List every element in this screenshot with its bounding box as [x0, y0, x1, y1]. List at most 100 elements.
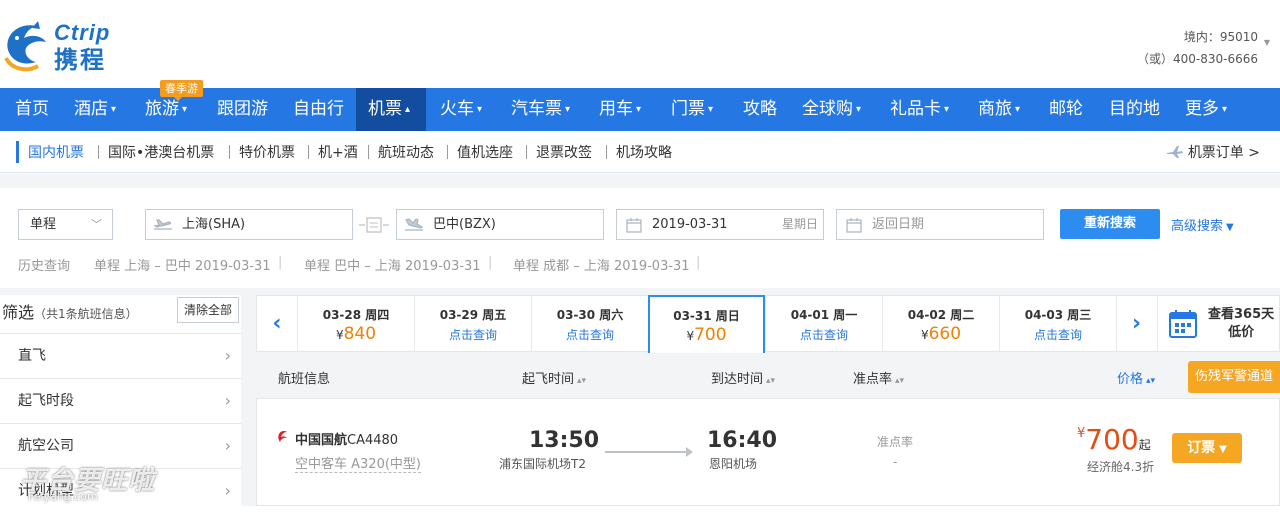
- date-tab[interactable]: 03-30 周六 点击查询: [531, 296, 648, 353]
- divider: [229, 145, 230, 159]
- sort-icon: ▴▾: [577, 376, 587, 386]
- sort-arrive-time[interactable]: 到达时间 ▴▾: [711, 363, 775, 398]
- orders-label: 机票订单 >: [1187, 145, 1260, 161]
- aircraft-type[interactable]: 空中客车 A320(中型): [295, 453, 421, 473]
- nav-cruise[interactable]: 邮轮: [1049, 88, 1083, 131]
- sort-label: 价格: [1117, 372, 1144, 387]
- nav-car[interactable]: 用车 ▾: [599, 88, 641, 131]
- nav-label: 火车: [440, 99, 474, 119]
- flight-row: 中国国航CA4480 空中客车 A320(中型) 13:50 浦东国际机场T2 …: [256, 398, 1280, 506]
- nav-group-tour[interactable]: 跟团游: [217, 88, 268, 131]
- nav-tickets[interactable]: 门票 ▾: [671, 88, 713, 131]
- chevron-left-icon[interactable]: ‹: [257, 296, 297, 353]
- subnav-airport-guide[interactable]: 机场攻略: [616, 142, 672, 162]
- nav-train[interactable]: 火车 ▾: [440, 88, 482, 131]
- sort-label: 准点率: [853, 372, 893, 387]
- nav-flights[interactable]: 机票 ▴: [356, 88, 426, 131]
- nav-label: 酒店: [74, 99, 108, 119]
- return-date-input[interactable]: 返回日期: [836, 209, 1044, 240]
- sort-price[interactable]: 价格 ▴▾: [1117, 363, 1155, 398]
- logo-text-cn: 携程: [54, 46, 106, 74]
- nav-label: 礼品卡: [890, 99, 941, 119]
- subnav-domestic[interactable]: 国内机票: [28, 142, 84, 162]
- search-panel: 单程 ﹀ 上海(SHA) 巴中(BZX) 2019-03-31 星期日 返回日期…: [0, 188, 1280, 288]
- to-city-value: 巴中(BZX): [433, 217, 496, 232]
- subnav-checkin[interactable]: 值机选座: [457, 142, 513, 162]
- history-item[interactable]: 单程 上海 – 巴中 2019-03-31: [94, 255, 271, 274]
- nav-gift-card[interactable]: 礼品卡 ▾: [890, 88, 949, 131]
- filter-direct[interactable]: 直飞 ›: [0, 333, 241, 378]
- clear-all-button[interactable]: 清除全部: [177, 297, 239, 323]
- to-city-input[interactable]: 巴中(BZX): [396, 209, 604, 240]
- results-main: ‹ 03-28 周四 ¥840 03-29 周五 点击查询 03-30 周六 点…: [256, 295, 1280, 506]
- nav-home[interactable]: 首页: [15, 88, 49, 131]
- hotline-alt: （或）400-830-6666: [1136, 52, 1258, 66]
- nav-guide[interactable]: 攻略: [743, 88, 777, 131]
- nav-destination[interactable]: 目的地: [1109, 88, 1160, 131]
- nav-label: 首页: [15, 99, 49, 119]
- chevron-down-icon[interactable]: ▼: [1264, 38, 1270, 47]
- sort-ontime[interactable]: 准点率 ▴▾: [853, 363, 904, 398]
- divider: |: [488, 255, 493, 270]
- trip-type-value: 单程: [30, 217, 57, 232]
- date-tab-date: 03-30 周六: [556, 308, 624, 322]
- subnav-refund[interactable]: 退票改签: [536, 142, 592, 162]
- chevron-right-icon: ›: [224, 391, 231, 410]
- nav-label: 用车: [599, 99, 633, 119]
- divider: |: [696, 255, 701, 270]
- history-label: 历史查询: [18, 259, 71, 274]
- results-header: 航班信息 起飞时间 ▴▾ 到达时间 ▴▾ 准点率 ▴▾ 价格 ▴▾ 伤残军警通道: [256, 361, 1280, 398]
- re-search-button[interactable]: 重新搜索: [1060, 209, 1160, 239]
- date-price-strip: ‹ 03-28 周四 ¥840 03-29 周五 点击查询 03-30 周六 点…: [256, 295, 1280, 353]
- air-china-logo-icon: [278, 431, 287, 442]
- subnav-international[interactable]: 国际•港澳台机票: [108, 142, 214, 162]
- date-tab[interactable]: 03-28 周四 ¥840: [297, 296, 414, 353]
- advanced-search-link[interactable]: 高级搜索 ▼: [1171, 215, 1234, 234]
- flight-orders-link[interactable]: 机票订单 >: [1166, 142, 1260, 162]
- nav-label: 更多: [1185, 99, 1219, 119]
- flight-price: ¥700起: [1077, 423, 1151, 456]
- ctrip-logo[interactable]: Ctrip 携程: [2, 16, 132, 74]
- date-tab-query: 点击查询: [448, 328, 497, 342]
- filter-label: 航空公司: [18, 438, 74, 454]
- swap-icon[interactable]: [357, 216, 391, 234]
- date-tab[interactable]: 04-03 周三 点击查询: [999, 296, 1116, 353]
- military-disability-channel-button[interactable]: 伤残军警通道: [1188, 361, 1280, 393]
- history-item[interactable]: 单程 巴中 – 上海 2019-03-31: [304, 255, 481, 274]
- nav-more[interactable]: 更多 ▾: [1185, 88, 1227, 131]
- nav-bus[interactable]: 汽车票 ▾: [511, 88, 570, 131]
- chevron-right-icon: ›: [224, 481, 231, 500]
- depart-date-input[interactable]: 2019-03-31 星期日: [616, 209, 824, 240]
- from-city-input[interactable]: 上海(SHA): [145, 209, 353, 240]
- nav-business[interactable]: 商旅 ▾: [978, 88, 1020, 131]
- subnav-flight-hotel[interactable]: 机+酒: [318, 142, 358, 162]
- nav-hotel[interactable]: 酒店 ▾: [74, 88, 116, 131]
- currency-symbol: ¥: [920, 328, 929, 342]
- date-tab[interactable]: 04-01 周一 点击查询: [765, 296, 882, 353]
- subnav-indicator: [16, 141, 19, 163]
- nav-global-shop[interactable]: 全球购 ▾: [802, 88, 861, 131]
- hotline[interactable]: 境内：95010 （或）400-830-6666: [1137, 26, 1258, 70]
- trip-type-select[interactable]: 单程 ﹀: [18, 209, 113, 240]
- spacer: [0, 174, 1280, 188]
- nav-free-travel[interactable]: 自由行: [293, 88, 344, 131]
- nav-label: 机票: [368, 99, 402, 119]
- date-tab-price: ¥700: [650, 325, 763, 345]
- date-tab[interactable]: 04-02 周二 ¥660: [882, 296, 999, 353]
- subnav-special[interactable]: 特价机票: [239, 142, 295, 162]
- chevron-right-icon: ›: [224, 436, 231, 455]
- sort-depart-time[interactable]: 起飞时间 ▴▾: [522, 363, 586, 398]
- filter-label: 起飞时段: [18, 393, 74, 409]
- sort-icon: ▴▾: [766, 376, 776, 386]
- takeoff-icon: [153, 219, 172, 230]
- date-tab-selected[interactable]: 03-31 周日 ¥700: [648, 295, 765, 353]
- book-button[interactable]: 订票 ▼: [1172, 433, 1242, 463]
- low-price-calendar[interactable]: 查看365天 低价: [1157, 296, 1280, 353]
- calendar-icon: [626, 218, 642, 233]
- history-item[interactable]: 单程 成都 – 上海 2019-03-31: [513, 255, 690, 274]
- date-tab[interactable]: 03-29 周五 点击查询: [414, 296, 531, 353]
- subnav-flight-status[interactable]: 航班动态: [378, 142, 434, 162]
- filter-depart-time[interactable]: 起飞时段 ›: [0, 378, 241, 423]
- chevron-right-icon[interactable]: ›: [1116, 296, 1156, 353]
- caret-down-icon: ▼: [1226, 222, 1234, 233]
